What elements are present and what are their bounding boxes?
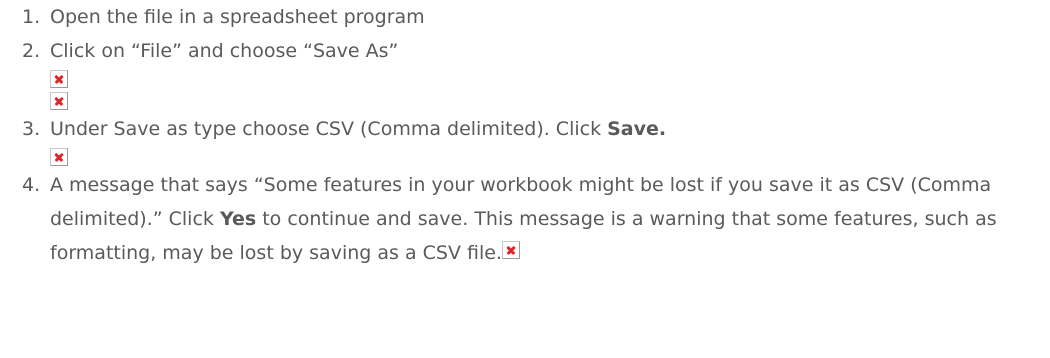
broken-image-icon (501, 241, 520, 259)
emphasis-yes: Yes (219, 208, 257, 230)
instruction-list: 1. Open the file in a spreadsheet progra… (0, 0, 1050, 270)
image-placeholder-row (50, 148, 1050, 168)
broken-image-icon (50, 148, 68, 166)
step-text-segment: Under Save as type choose CSV (Comma del… (50, 118, 608, 140)
emphasis-save: Save. (607, 118, 667, 140)
broken-image-icon (50, 70, 68, 88)
step-number: 3. (22, 118, 41, 140)
step-2: 2. Click on “File” and choose “Save As” (0, 34, 1050, 112)
step-4: 4. A message that says “Some features in… (0, 168, 1050, 270)
broken-image-icon (50, 92, 68, 110)
step-number: 2. (22, 40, 41, 62)
step-number: 1. (22, 6, 41, 28)
step-number: 4. (22, 174, 41, 196)
image-placeholder-row (50, 92, 1050, 112)
step-text: Click on “File” and choose “Save As” (50, 40, 399, 62)
step-text: A message that says “Some features in yo… (50, 174, 997, 264)
image-placeholder-row (50, 70, 1050, 90)
step-3: 3. Under Save as type choose CSV (Comma … (0, 112, 1050, 168)
step-text: Under Save as type choose CSV (Comma del… (50, 118, 666, 140)
step-text: Open the file in a spreadsheet program (50, 6, 425, 28)
step-1: 1. Open the file in a spreadsheet progra… (0, 0, 1050, 34)
